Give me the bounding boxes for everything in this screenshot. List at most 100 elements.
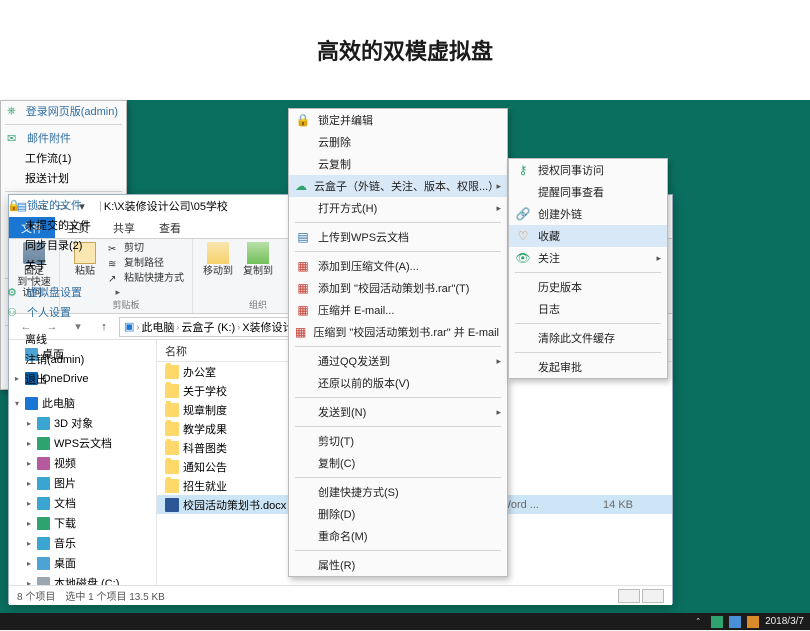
nav-downloads[interactable]: ▸下载 xyxy=(9,513,156,533)
context-menu[interactable]: 🔒锁定并编辑 云删除 云复制 ☁云盒子（外链、关注、版本、权限...） 打开方式… xyxy=(288,108,508,577)
tm-login-web[interactable]: ⎈登录网页版(admin) xyxy=(1,101,126,121)
mi-copy[interactable]: 复制(C) xyxy=(289,452,507,474)
view-icons-button[interactable] xyxy=(642,589,664,603)
mi-zip-email[interactable]: ▦压缩并 E-mail... xyxy=(289,299,507,321)
taskbar[interactable]: ＾ 2018/3/7 xyxy=(0,613,810,630)
folder-icon xyxy=(165,460,179,474)
folder-icon xyxy=(165,422,179,436)
mi-send-qq[interactable]: 通过QQ发送到 xyxy=(289,350,507,372)
tm-locked-files[interactable]: 🔒锁定的文件 xyxy=(1,195,126,215)
cloud-icon: ☁ xyxy=(295,178,307,194)
move-to-button[interactable]: 移动到 xyxy=(201,242,235,277)
user-icon: ⚇ xyxy=(7,306,21,319)
crumb[interactable]: 此电脑 xyxy=(141,319,174,335)
folder-icon xyxy=(165,479,179,493)
mi-delete[interactable]: 删除(D) xyxy=(289,503,507,525)
sm-start-approval[interactable]: 发起审批 xyxy=(509,356,667,378)
heart-icon: ♡ xyxy=(515,228,531,244)
wps-icon: ▤ xyxy=(295,229,311,245)
moveto-icon xyxy=(207,242,229,264)
view-details-button[interactable] xyxy=(618,589,640,603)
mi-send-to[interactable]: 发送到(N) xyxy=(289,401,507,423)
sm-log[interactable]: 日志 xyxy=(509,298,667,320)
tm-exit[interactable]: 退出 xyxy=(1,369,126,389)
tm-personal-settings[interactable]: ⚇个人设置 xyxy=(1,302,126,322)
globe-icon: ⎈ xyxy=(7,105,20,118)
statusbar: 8 个项目 选中 1 个项目 13.5 KB xyxy=(9,585,672,605)
lock-icon: 🔒 xyxy=(295,112,311,128)
sm-favorite[interactable]: ♡收藏 xyxy=(509,225,667,247)
mi-cloud-del[interactable]: 云删除 xyxy=(289,131,507,153)
nav-music[interactable]: ▸音乐 xyxy=(9,533,156,553)
mi-open-with[interactable]: 打开方式(H) xyxy=(289,197,507,219)
tm-about[interactable]: 关于 xyxy=(1,255,126,275)
sm-follow[interactable]: 👁关注 xyxy=(509,247,667,269)
sm-history[interactable]: 历史版本 xyxy=(509,276,667,298)
tm-workflow[interactable]: 工作流(1) xyxy=(1,148,126,168)
tm-report-plan[interactable]: 报送计划 xyxy=(1,168,126,188)
mi-add-archive[interactable]: ▦添加到压缩文件(A)... xyxy=(289,255,507,277)
key-icon: ⚷ xyxy=(515,162,531,178)
mi-cut[interactable]: 剪切(T) xyxy=(289,430,507,452)
nav-pictures[interactable]: ▸图片 xyxy=(9,473,156,493)
copy-to-button[interactable]: 复制到 xyxy=(241,242,275,277)
folder-icon xyxy=(165,441,179,455)
rar-icon: ▦ xyxy=(295,302,311,318)
tm-sync-dirs[interactable]: 同步目录(2) xyxy=(1,235,126,255)
tm-unsubmitted[interactable]: 未提交的文件 xyxy=(1,215,126,235)
page-banner: 高效的双模虚拟盘 xyxy=(0,0,810,100)
mi-rename[interactable]: 重命名(M) xyxy=(289,525,507,547)
crumb[interactable]: 云盒子 (K:) xyxy=(181,319,235,335)
folder-icon xyxy=(165,403,179,417)
link-icon: 🔗 xyxy=(515,206,531,222)
file-size: 14 KB xyxy=(583,499,633,511)
eye-icon: 👁 xyxy=(515,250,531,266)
tm-offline[interactable]: 离线 xyxy=(1,329,126,349)
sm-remind[interactable]: 提醒同事查看 xyxy=(509,181,667,203)
nav-documents[interactable]: ▸文档 xyxy=(9,493,156,513)
folder-icon xyxy=(165,384,179,398)
mi-add-rar[interactable]: ▦添加到 "校园活动策划书.rar"(T) xyxy=(289,277,507,299)
desktop-bg: ▤ ▭ ▭ ▾ | K:\X装修设计公司\05学校 × 文件 主页 共享 查看 … xyxy=(0,100,810,613)
rar-icon: ▦ xyxy=(295,258,311,274)
tray-app1-icon[interactable] xyxy=(711,616,723,628)
mi-zip-rar-email[interactable]: ▦压缩到 "校园活动策划书.rar" 并 E-mail xyxy=(289,321,507,343)
sm-auth[interactable]: ⚷授权同事访问 xyxy=(509,159,667,181)
tray-app2-icon[interactable] xyxy=(729,616,741,628)
tm-mail-attach[interactable]: ✉邮件附件 xyxy=(1,128,126,148)
mi-cloud-copy[interactable]: 云复制 xyxy=(289,153,507,175)
lock-icon: 🔒 xyxy=(7,199,21,212)
mi-restore-prev[interactable]: 还原以前的版本(V) xyxy=(289,372,507,394)
mi-properties[interactable]: 属性(R) xyxy=(289,554,507,576)
cloudbox-submenu[interactable]: ⚷授权同事访问 提醒同事查看 🔗创建外链 ♡收藏 👁关注 历史版本 日志 清除此… xyxy=(508,158,668,379)
banner-title: 高效的双模虚拟盘 xyxy=(317,34,493,66)
copyto-icon xyxy=(247,242,269,264)
tab-view[interactable]: 查看 xyxy=(147,217,193,238)
mi-cloud-box[interactable]: ☁云盒子（外链、关注、版本、权限...） xyxy=(289,175,507,197)
tray-chevron-icon[interactable]: ＾ xyxy=(693,616,705,628)
sm-create-link[interactable]: 🔗创建外链 xyxy=(509,203,667,225)
docx-icon xyxy=(165,498,179,512)
tray-app3-icon[interactable] xyxy=(747,616,759,628)
status-items: 8 个项目 xyxy=(17,588,55,603)
nav-wps[interactable]: ▸WPS云文档 xyxy=(9,433,156,453)
rar-icon: ▦ xyxy=(295,280,311,296)
tray-date: 2018/3/7 xyxy=(765,616,804,627)
nav-localc[interactable]: ▸本地磁盘 (C:) xyxy=(9,573,156,585)
nav-videos[interactable]: ▸视频 xyxy=(9,453,156,473)
sm-clear-cache[interactable]: 清除此文件缓存 xyxy=(509,327,667,349)
nav-desktop2[interactable]: ▸桌面 xyxy=(9,553,156,573)
tray-menu[interactable]: ⎈登录网页版(admin) ✉邮件附件 工作流(1) 报送计划 🔒锁定的文件 未… xyxy=(0,100,127,390)
nav-thispc[interactable]: ▾此电脑 xyxy=(9,393,156,413)
gear-icon: ⚙ xyxy=(7,286,21,299)
tm-logout[interactable]: 注销(admin) xyxy=(1,349,126,369)
mi-lock-edit[interactable]: 🔒锁定并编辑 xyxy=(289,109,507,131)
mi-upload-wps[interactable]: ▤上传到WPS云文档 xyxy=(289,226,507,248)
folder-icon xyxy=(165,365,179,379)
mail-icon: ✉ xyxy=(7,132,21,145)
tm-vdisk-settings[interactable]: ⚙虚拟盘设置 xyxy=(1,282,126,302)
status-selected: 选中 1 个项目 13.5 KB xyxy=(65,588,164,603)
rar-icon: ▦ xyxy=(295,324,306,340)
nav-3dobjects[interactable]: ▸3D 对象 xyxy=(9,413,156,433)
mi-shortcut[interactable]: 创建快捷方式(S) xyxy=(289,481,507,503)
